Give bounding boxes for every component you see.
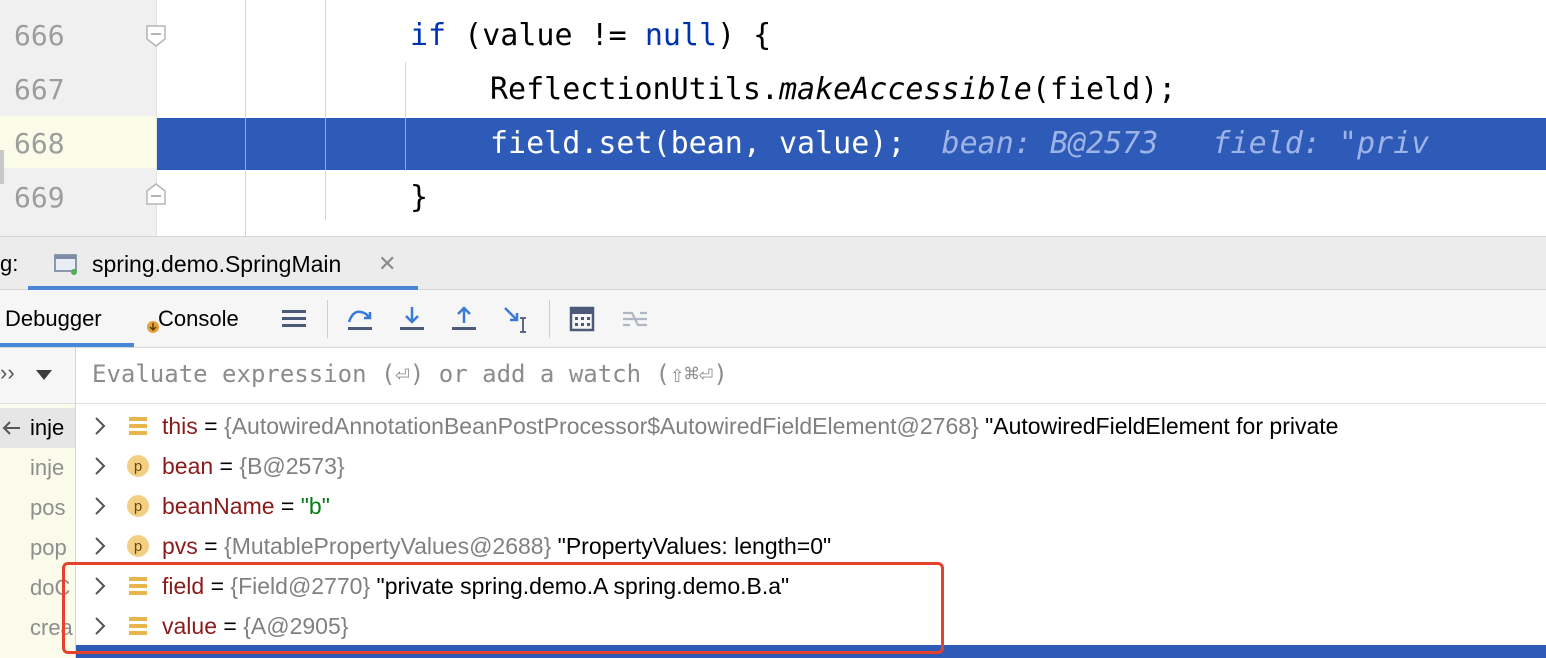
toolbar-separator bbox=[549, 300, 550, 338]
variable-row[interactable]: p bean = {B@2573} bbox=[76, 446, 1546, 486]
svg-text:p: p bbox=[134, 538, 142, 555]
variable-row[interactable]: p beanName = "b" bbox=[76, 486, 1546, 526]
tab-debugger-label: Debugger bbox=[5, 306, 102, 331]
indent-guide bbox=[245, 118, 246, 170]
stack-frame-item[interactable]: inje bbox=[30, 408, 64, 448]
code-token: (field); bbox=[1031, 72, 1177, 107]
step-over-icon[interactable] bbox=[345, 304, 375, 334]
chevron-right-icon[interactable] bbox=[90, 526, 110, 566]
run-to-cursor-icon[interactable] bbox=[502, 304, 532, 334]
line-number: 669 bbox=[14, 181, 65, 214]
variable-value: {MutablePropertyValues@2688} bbox=[224, 533, 552, 559]
highlight-annotation-box bbox=[62, 562, 944, 654]
application-config-icon bbox=[54, 254, 77, 275]
code-token: makeAccessible bbox=[778, 72, 1032, 107]
line-number: 668 bbox=[14, 127, 65, 160]
more-frames-icon[interactable]: ›› bbox=[0, 360, 15, 386]
debug-tool-label: g: bbox=[0, 251, 19, 276]
debug-session-bar: g: spring.demo.SpringMain ✕ bbox=[0, 236, 1546, 290]
chevron-right-icon[interactable] bbox=[90, 406, 110, 446]
code-token: null bbox=[644, 18, 718, 53]
indent-guide bbox=[325, 118, 326, 170]
code-line[interactable]: if (value != null) { bbox=[157, 10, 1546, 62]
code-token: ReflectionUtils. bbox=[490, 72, 779, 107]
evaluate-expression-placeholder: Evaluate expression (⏎) or add a watch (… bbox=[92, 360, 728, 388]
line-number: 666 bbox=[14, 19, 65, 52]
code-token: (value != bbox=[446, 18, 645, 53]
tab-console[interactable]: Console bbox=[146, 290, 256, 347]
code-line[interactable]: } bbox=[157, 172, 1546, 224]
variable-value: {B@2573} bbox=[239, 453, 345, 479]
variable-description: "PropertyValues: length=0" bbox=[551, 533, 832, 559]
code-editor[interactable]: 666 667 668 669 if (value != null) {Reflect… bbox=[0, 0, 1546, 236]
stack-frame-item[interactable]: pos bbox=[30, 488, 65, 528]
evaluate-expression-icon[interactable] bbox=[567, 304, 597, 334]
drop-frame-icon bbox=[2, 421, 20, 435]
tab-debugger[interactable]: Debugger bbox=[0, 290, 139, 347]
code-token: ) { bbox=[717, 18, 772, 53]
variable-name: beanName bbox=[162, 493, 275, 519]
param-icon: p bbox=[127, 495, 149, 517]
variable-description: "AutowiredFieldElement for private bbox=[978, 413, 1339, 439]
variable-name: bean bbox=[162, 453, 214, 479]
tab-console-label: Console bbox=[158, 306, 239, 331]
step-into-icon[interactable] bbox=[397, 304, 427, 334]
gutter-edge-marker bbox=[0, 150, 4, 184]
code-token: } bbox=[410, 180, 429, 215]
chevron-down-icon[interactable] bbox=[34, 368, 54, 382]
line-number: 667 bbox=[14, 73, 65, 106]
stack-frame-item[interactable]: pop bbox=[30, 528, 67, 568]
fold-collapse-icon[interactable] bbox=[144, 24, 168, 48]
debug-session-label: spring.demo.SpringMain bbox=[92, 251, 342, 277]
indent-guide bbox=[405, 118, 406, 170]
variable-name: pvs bbox=[162, 533, 198, 559]
step-out-icon[interactable] bbox=[449, 304, 479, 334]
variable-row[interactable]: p pvs = {MutablePropertyValues@2688} "Pro… bbox=[76, 526, 1546, 566]
layout-menu-icon[interactable] bbox=[279, 304, 309, 334]
inline-debug-values: bean: B@2573 field: "priv bbox=[905, 126, 1430, 161]
code-token: if bbox=[410, 18, 447, 53]
fold-end-icon[interactable] bbox=[144, 182, 168, 206]
debugger-toolbar: Debugger Console bbox=[0, 290, 1546, 348]
variable-description: "b" bbox=[300, 493, 330, 519]
variable-name: this bbox=[162, 413, 198, 439]
svg-text:p: p bbox=[134, 498, 142, 515]
frames-header: ›› bbox=[0, 348, 75, 404]
svg-text:p: p bbox=[134, 458, 142, 475]
trace-current-stream-icon[interactable] bbox=[620, 304, 650, 334]
chevron-right-icon[interactable] bbox=[90, 446, 110, 486]
param-icon: p bbox=[127, 455, 149, 477]
stack-frame-item[interactable]: — bbox=[30, 648, 52, 658]
current-execution-line[interactable]: field.set(bean, value); bean: B@2573 fie… bbox=[157, 118, 1546, 170]
variable-value: {AutowiredAnnotationBeanPostProcessor$Au… bbox=[224, 413, 979, 439]
line-gutter: 666 667 668 669 bbox=[0, 0, 157, 236]
evaluate-expression-field[interactable]: Evaluate expression (⏎) or add a watch (… bbox=[76, 348, 1546, 404]
param-icon: p bbox=[127, 535, 149, 557]
close-icon[interactable]: ✕ bbox=[378, 251, 396, 277]
debug-session-tab[interactable]: spring.demo.SpringMain ✕ bbox=[28, 237, 418, 290]
toolbar-separator bbox=[327, 300, 328, 338]
field-icon bbox=[129, 417, 147, 435]
code-line[interactable]: ReflectionUtils.makeAccessible(field); bbox=[157, 64, 1546, 116]
code-token: field.set(bean, value); bbox=[490, 126, 906, 161]
variable-row[interactable]: this = {AutowiredAnnotationBeanPostProce… bbox=[76, 406, 1546, 446]
active-tab-underline bbox=[0, 343, 134, 347]
chevron-right-icon[interactable] bbox=[90, 486, 110, 526]
stack-frame-item[interactable]: inje bbox=[30, 448, 64, 488]
